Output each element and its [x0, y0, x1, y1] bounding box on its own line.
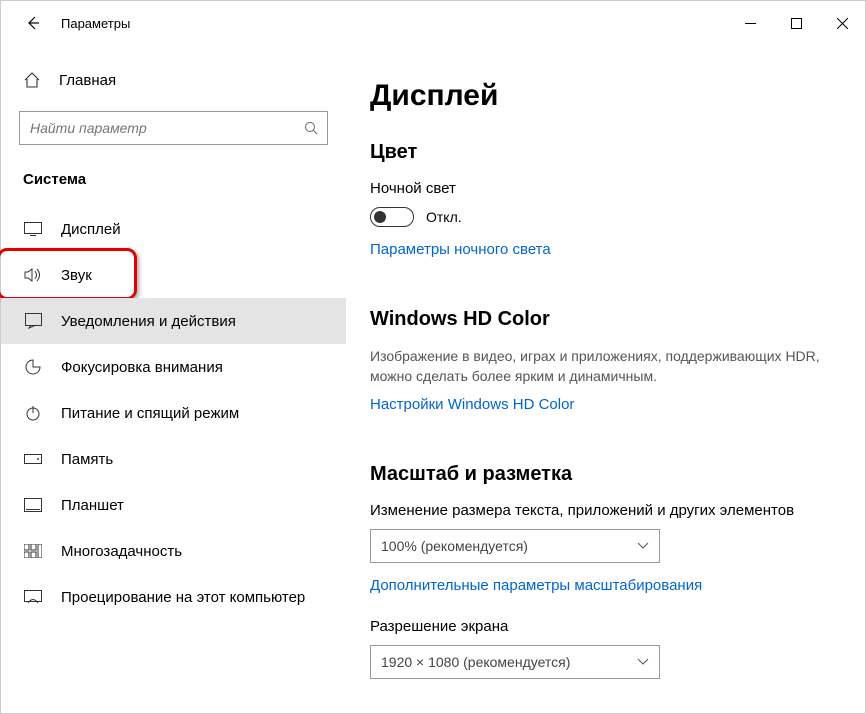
tablet-icon — [23, 495, 43, 515]
multitasking-icon — [23, 541, 43, 561]
sidebar-item-tablet[interactable]: Планшет — [1, 482, 346, 528]
power-icon — [23, 403, 43, 423]
focus-icon — [23, 357, 43, 377]
display-icon — [23, 219, 43, 239]
notifications-icon — [23, 311, 43, 331]
night-light-toggle-row: Откл. — [370, 207, 835, 227]
sidebar-item-power[interactable]: Питание и спящий режим — [1, 390, 346, 436]
section-color-heading: Цвет — [370, 141, 835, 164]
sound-icon — [23, 265, 43, 285]
window-buttons — [727, 7, 865, 39]
night-light-toggle[interactable] — [370, 207, 414, 227]
window-title: Параметры — [61, 16, 130, 31]
sidebar-item-label: Фокусировка внимания — [61, 359, 223, 376]
maximize-button[interactable] — [773, 7, 819, 39]
sidebar-item-notifications[interactable]: Уведомления и действия — [1, 298, 346, 344]
home-label: Главная — [59, 72, 116, 89]
storage-icon — [23, 449, 43, 469]
sidebar-item-storage[interactable]: Память — [1, 436, 346, 482]
titlebar: Параметры — [1, 1, 865, 45]
main-content: Дисплей Цвет Ночной свет Откл. Параметры… — [346, 45, 865, 713]
sidebar-item-label: Звук — [61, 267, 92, 284]
section-hdcolor-heading: Windows HD Color — [370, 308, 835, 331]
night-light-settings-link[interactable]: Параметры ночного света — [370, 241, 835, 258]
sidebar-item-display[interactable]: Дисплей — [1, 206, 346, 252]
sidebar-item-multitasking[interactable]: Многозадачность — [1, 528, 346, 574]
nav-list: Дисплей Звук Уведомления и действия Фо — [1, 206, 346, 620]
sidebar: Главная Система Дисплей Звук — [1, 45, 346, 713]
hdcolor-description: Изображение в видео, играх и приложениях… — [370, 347, 835, 386]
page-title: Дисплей — [370, 79, 835, 113]
sidebar-item-label: Уведомления и действия — [61, 313, 236, 330]
back-button[interactable] — [19, 9, 47, 37]
sidebar-item-label: Дисплей — [61, 221, 121, 238]
resolution-dropdown-value: 1920 × 1080 (рекомендуется) — [381, 654, 570, 670]
hdcolor-settings-link[interactable]: Настройки Windows HD Color — [370, 396, 835, 413]
sidebar-item-projecting[interactable]: Проецирование на этот компьютер — [1, 574, 346, 620]
search-box[interactable] — [19, 111, 328, 145]
sidebar-item-label: Память — [61, 451, 113, 468]
sidebar-item-sound[interactable]: Звук — [1, 252, 346, 298]
close-button[interactable] — [819, 7, 865, 39]
toggle-state-text: Откл. — [426, 209, 462, 225]
section-scale-heading: Масштаб и разметка — [370, 463, 835, 486]
search-icon — [304, 121, 318, 135]
projecting-icon — [23, 587, 43, 607]
chevron-down-icon — [637, 542, 649, 550]
sidebar-item-label: Проецирование на этот компьютер — [61, 589, 305, 606]
resolution-dropdown[interactable]: 1920 × 1080 (рекомендуется) — [370, 645, 660, 679]
minimize-button[interactable] — [727, 7, 773, 39]
scale-label: Изменение размера текста, приложений и д… — [370, 502, 835, 519]
home-button[interactable]: Главная — [1, 61, 346, 99]
advanced-scaling-link[interactable]: Дополнительные параметры масштабирования — [370, 577, 835, 594]
sidebar-item-label: Планшет — [61, 497, 124, 514]
night-light-label: Ночной свет — [370, 180, 835, 197]
sidebar-item-label: Многозадачность — [61, 543, 182, 560]
scale-dropdown[interactable]: 100% (рекомендуется) — [370, 529, 660, 563]
search-input[interactable] — [19, 111, 328, 145]
home-icon — [23, 71, 41, 89]
resolution-label: Разрешение экрана — [370, 618, 835, 635]
section-title: Система — [1, 157, 346, 206]
chevron-down-icon — [637, 658, 649, 666]
sidebar-item-focus[interactable]: Фокусировка внимания — [1, 344, 346, 390]
sidebar-item-label: Питание и спящий режим — [61, 405, 239, 422]
scale-dropdown-value: 100% (рекомендуется) — [381, 538, 528, 554]
